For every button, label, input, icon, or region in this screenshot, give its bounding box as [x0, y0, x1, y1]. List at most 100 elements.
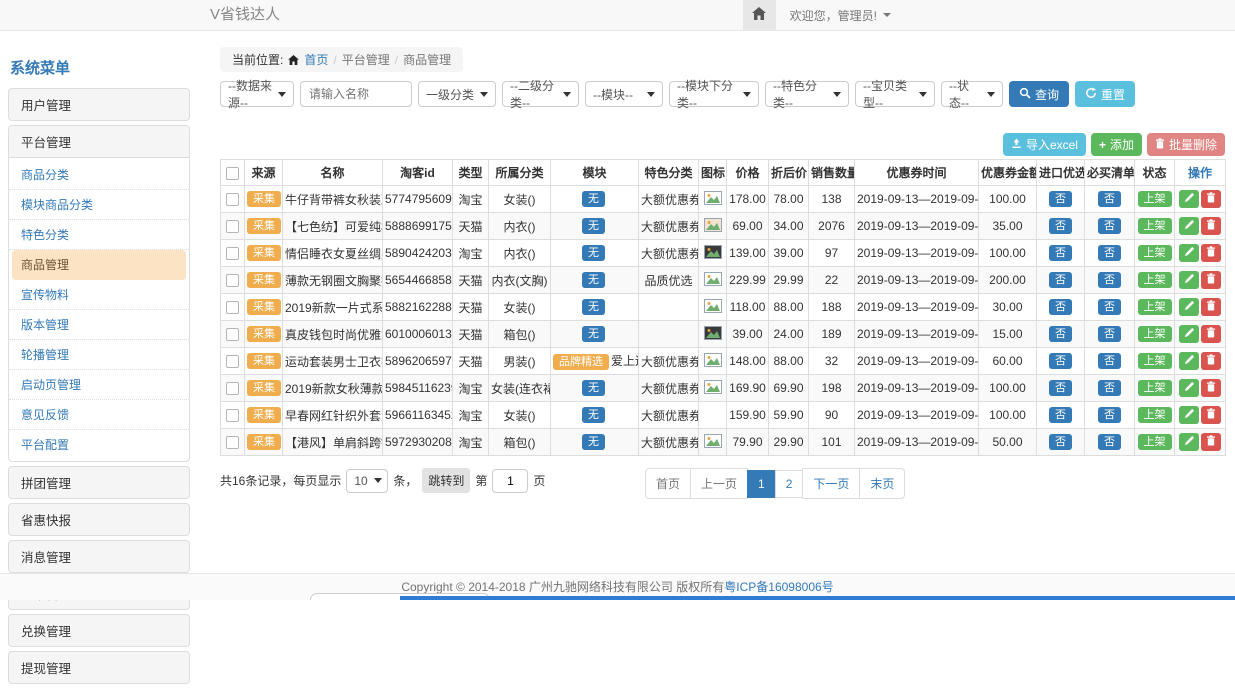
import-optimal-badge[interactable]: 否 — [1049, 407, 1072, 423]
status-badge[interactable]: 上架 — [1138, 380, 1172, 396]
status-badge[interactable]: 上架 — [1138, 272, 1172, 288]
page-button[interactable]: 下一页 — [802, 468, 860, 499]
delete-button[interactable] — [1201, 379, 1221, 397]
sidebar-group-header[interactable]: 消息管理 — [9, 541, 189, 572]
sidebar-item[interactable]: 模块商品分类 — [9, 190, 189, 220]
sidebar-item[interactable]: 意见反馈 — [9, 400, 189, 430]
page-number-input[interactable] — [492, 469, 528, 493]
import-excel-button[interactable]: 导入excel — [1003, 133, 1086, 156]
delete-button[interactable] — [1201, 298, 1221, 316]
add-button[interactable]: + 添加 — [1091, 133, 1142, 156]
status-badge[interactable]: 上架 — [1138, 407, 1172, 423]
must-buy-badge[interactable]: 否 — [1098, 272, 1121, 288]
edit-button[interactable] — [1179, 379, 1199, 397]
import-optimal-badge[interactable]: 否 — [1049, 434, 1072, 450]
edit-button[interactable] — [1179, 271, 1199, 289]
feature-select[interactable]: --特色分类-- — [765, 81, 849, 107]
import-optimal-badge[interactable]: 否 — [1049, 326, 1072, 342]
sidebar-item[interactable]: 特色分类 — [9, 220, 189, 250]
delete-button[interactable] — [1201, 325, 1221, 343]
must-buy-badge[interactable]: 否 — [1098, 407, 1121, 423]
sidebar-group-header[interactable]: 兑换管理 — [9, 615, 189, 646]
sidebar-item[interactable]: 商品管理 — [12, 250, 186, 280]
must-buy-badge[interactable]: 否 — [1098, 218, 1121, 234]
row-checkbox[interactable] — [226, 355, 239, 368]
page-button[interactable]: 上一页 — [690, 468, 748, 499]
edit-button[interactable] — [1179, 217, 1199, 235]
row-checkbox[interactable] — [226, 328, 239, 341]
delete-button[interactable] — [1201, 271, 1221, 289]
name-search-input[interactable] — [300, 81, 412, 107]
edit-button[interactable] — [1179, 433, 1199, 451]
must-buy-badge[interactable]: 否 — [1098, 245, 1121, 261]
row-checkbox[interactable] — [226, 436, 239, 449]
sidebar-item[interactable]: 版本管理 — [9, 310, 189, 340]
data-source-select[interactable]: --数据来源-- — [220, 81, 294, 107]
row-checkbox[interactable] — [226, 220, 239, 233]
module-select[interactable]: --模块-- — [585, 81, 663, 107]
module-sub-select[interactable]: --模块下分类-- — [669, 81, 759, 107]
batch-delete-button[interactable]: 批量删除 — [1147, 133, 1225, 156]
item-type-select[interactable]: --宝贝类型-- — [855, 81, 935, 107]
sidebar-group-header[interactable]: 提现管理 — [9, 652, 189, 683]
sidebar-group-header[interactable]: 平台管理 — [9, 126, 189, 158]
delete-button[interactable] — [1201, 190, 1221, 208]
edit-button[interactable] — [1179, 325, 1199, 343]
row-checkbox[interactable] — [226, 409, 239, 422]
category1-select[interactable]: 一级分类 — [418, 81, 496, 107]
must-buy-badge[interactable]: 否 — [1098, 353, 1121, 369]
edit-button[interactable] — [1179, 352, 1199, 370]
reset-button[interactable]: 重置 — [1075, 81, 1135, 107]
edit-button[interactable] — [1179, 298, 1199, 316]
delete-button[interactable] — [1201, 352, 1221, 370]
sidebar-item[interactable]: 宣传物料 — [9, 280, 189, 310]
status-badge[interactable]: 上架 — [1138, 353, 1172, 369]
status-badge[interactable]: 上架 — [1138, 245, 1172, 261]
page-button[interactable]: 末页 — [859, 468, 905, 499]
search-button[interactable]: 查询 — [1009, 81, 1069, 107]
status-select[interactable]: --状态-- — [941, 81, 1003, 107]
must-buy-badge[interactable]: 否 — [1098, 191, 1121, 207]
status-badge[interactable]: 上架 — [1138, 218, 1172, 234]
breadcrumb-home-link[interactable]: 首页 — [304, 51, 328, 68]
sidebar-group-header[interactable]: 省惠快报 — [9, 504, 189, 535]
delete-button[interactable] — [1201, 433, 1221, 451]
row-checkbox[interactable] — [226, 382, 239, 395]
category2-select[interactable]: --二级分类-- — [502, 81, 579, 107]
import-optimal-badge[interactable]: 否 — [1049, 245, 1072, 261]
page-size-select[interactable]: 10 — [346, 469, 388, 493]
row-checkbox[interactable] — [226, 301, 239, 314]
must-buy-badge[interactable]: 否 — [1098, 326, 1121, 342]
delete-button[interactable] — [1201, 244, 1221, 262]
delete-button[interactable] — [1201, 217, 1221, 235]
page-button[interactable]: 1 — [747, 470, 776, 498]
status-badge[interactable]: 上架 — [1138, 326, 1172, 342]
delete-button[interactable] — [1201, 406, 1221, 424]
select-all-checkbox[interactable] — [226, 167, 239, 180]
home-button[interactable] — [743, 0, 776, 30]
edit-button[interactable] — [1179, 244, 1199, 262]
edit-button[interactable] — [1179, 406, 1199, 424]
sidebar-group-header[interactable]: 拼团管理 — [9, 467, 189, 498]
import-optimal-badge[interactable]: 否 — [1049, 272, 1072, 288]
import-optimal-badge[interactable]: 否 — [1049, 191, 1072, 207]
row-checkbox[interactable] — [226, 193, 239, 206]
row-checkbox[interactable] — [226, 274, 239, 287]
import-optimal-badge[interactable]: 否 — [1049, 380, 1072, 396]
sidebar-item[interactable]: 启动页管理 — [9, 370, 189, 400]
sidebar-item[interactable]: 商品分类 — [9, 160, 189, 190]
jump-button[interactable]: 跳转到 — [422, 468, 470, 493]
edit-button[interactable] — [1179, 190, 1199, 208]
icp-link[interactable]: 粤ICP备16098006号 — [724, 580, 833, 594]
user-menu[interactable]: 欢迎您，管理员! — [776, 0, 905, 30]
must-buy-badge[interactable]: 否 — [1098, 299, 1121, 315]
import-optimal-badge[interactable]: 否 — [1049, 299, 1072, 315]
sidebar-item[interactable]: 轮播管理 — [9, 340, 189, 370]
row-checkbox[interactable] — [226, 247, 239, 260]
status-badge[interactable]: 上架 — [1138, 191, 1172, 207]
status-badge[interactable]: 上架 — [1138, 434, 1172, 450]
import-optimal-badge[interactable]: 否 — [1049, 353, 1072, 369]
must-buy-badge[interactable]: 否 — [1098, 380, 1121, 396]
sidebar-item[interactable]: 平台配置 — [9, 430, 189, 459]
page-button[interactable]: 首页 — [645, 468, 691, 499]
